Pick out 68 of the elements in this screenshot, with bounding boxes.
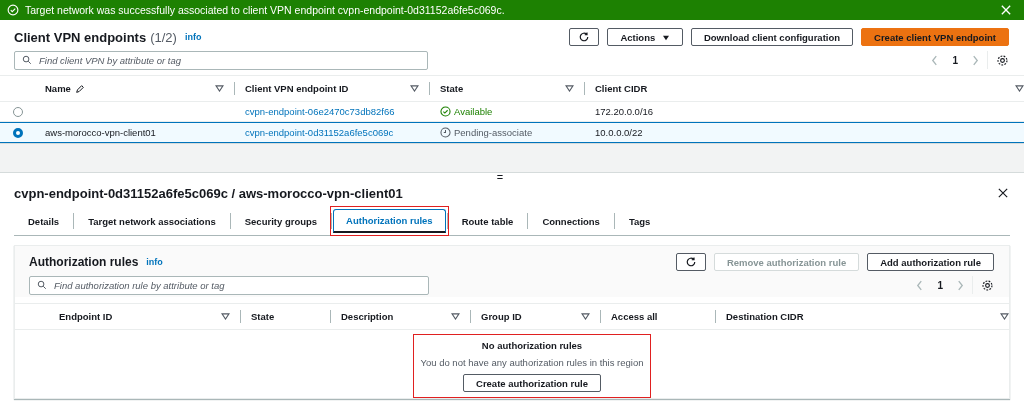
clock-icon [440, 127, 451, 139]
banner-message: Target network was successfully associated to client VPN endpoint cvpn-endpoint-0d31152a6fe5c069c. [25, 4, 505, 17]
column-header[interactable]: Group ID [481, 311, 522, 322]
status-label: Pending-associate [454, 127, 533, 139]
column-header[interactable]: Client VPN endpoint ID [245, 83, 349, 95]
caret-icon [661, 34, 670, 41]
tab[interactable]: Details [15, 209, 73, 233]
status-label: Available [454, 106, 493, 118]
sort-icon[interactable] [410, 85, 419, 93]
refresh-button[interactable] [675, 253, 706, 271]
table-cell: 10.0.0.0/22 [595, 127, 643, 139]
info-link[interactable]: info [146, 257, 163, 267]
sort-icon[interactable] [215, 85, 224, 93]
column-header[interactable]: State [251, 311, 275, 322]
column-header[interactable]: State [440, 83, 464, 95]
column-header[interactable]: Access all [611, 311, 658, 322]
tab[interactable]: Tags [615, 209, 664, 233]
search-field[interactable]: Find client VPN by attribute or tag [14, 50, 428, 70]
table-cell: aws-morocco-vpn-client01 [45, 127, 156, 139]
table-row[interactable]: aws-morocco-vpn-client01 cvpn-endpoint-0d31152a6fe5c069c Pending-associate 10.0.0.0/22 [0, 122, 1024, 144]
page-number[interactable]: 1 [937, 279, 943, 291]
create-rule-button[interactable]: Create authorization rule [463, 374, 601, 392]
column-header[interactable]: Endpoint ID [59, 311, 113, 322]
endpoint-link[interactable]: cvpn-endpoint-06e2470c73db82f66 [245, 106, 395, 118]
section-title: Authorization rules [29, 255, 139, 269]
sort-icon[interactable] [221, 313, 230, 320]
sort-icon[interactable] [581, 313, 590, 320]
sort-icon[interactable] [1000, 313, 1009, 320]
tab[interactable]: Target network associations [75, 209, 229, 233]
column-header[interactable]: Client CIDR [595, 83, 648, 95]
sort-icon[interactable] [1015, 85, 1024, 93]
refresh-button[interactable] [569, 28, 600, 47]
panel-title: Client VPN endpoints [14, 29, 147, 45]
settings-icon[interactable] [996, 53, 1009, 67]
settings-icon[interactable] [981, 278, 994, 292]
refresh-icon [684, 256, 697, 268]
pencil-icon [74, 83, 85, 94]
check-circle-icon [440, 106, 451, 118]
tab[interactable]: Route table [448, 209, 527, 233]
search-icon [22, 55, 32, 66]
column-header[interactable]: Description [341, 311, 394, 322]
sort-icon[interactable] [451, 313, 460, 320]
empty-message: You do not have any authorization rules in this region [420, 357, 644, 368]
empty-title: No authorization rules [481, 340, 583, 351]
radio-button[interactable] [12, 127, 23, 138]
details-title: cvpn-endpoint-0d31152a6fe5c069c / aws-morocco-vpn-client01 [14, 185, 403, 201]
search-icon [37, 280, 47, 290]
sort-icon[interactable] [565, 85, 574, 93]
table-cell: 172.20.0.0/16 [595, 106, 654, 118]
tab[interactable]: Authorization rules [333, 209, 446, 233]
column-header[interactable]: Destination CIDR [726, 311, 804, 322]
close-icon[interactable] [998, 188, 1008, 198]
selection-count: (1/2) [150, 29, 177, 45]
info-link[interactable]: info [184, 32, 202, 43]
endpoint-link[interactable]: cvpn-endpoint-0d31152a6fe5c069c [245, 127, 394, 139]
add-button[interactable]: Add authorization rule [867, 253, 994, 271]
column-header[interactable]: Name [45, 83, 71, 95]
download-button[interactable]: Download client configuration [690, 28, 854, 47]
refresh-icon [578, 31, 591, 44]
radio-button[interactable] [12, 106, 23, 117]
create-button[interactable]: Create client VPN endpoint [861, 28, 1009, 47]
check-circle-icon [7, 4, 19, 17]
tab[interactable]: Security groups [231, 209, 331, 233]
search-field[interactable]: Find authorization rule by attribute or tag [29, 275, 429, 295]
page-number[interactable]: 1 [952, 54, 958, 66]
resize-handle[interactable]: = [496, 171, 504, 183]
actions-button[interactable]: Actions [607, 28, 683, 47]
tab[interactable]: Connections [529, 209, 613, 233]
